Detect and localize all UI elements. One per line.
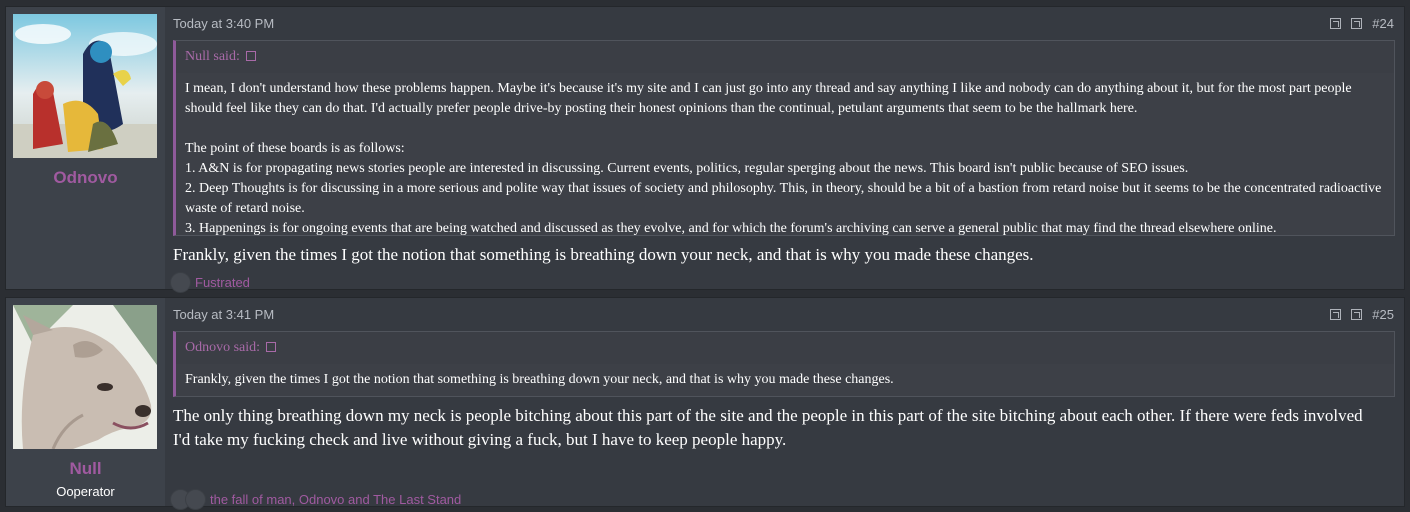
post-main: Today at 3:40 PM #24 Null said: I mean, … bbox=[165, 7, 1404, 293]
likes-list[interactable]: the fall of man, Odnovo and The Last Sta… bbox=[210, 492, 461, 507]
post-date[interactable]: Today at 3:41 PM bbox=[173, 307, 274, 322]
quote-paragraph: 1. A&N is for propagating news stories p… bbox=[185, 161, 1189, 176]
quote-block: Null said: I mean, I don't understand ho… bbox=[173, 40, 1395, 236]
username[interactable]: Null bbox=[6, 459, 165, 479]
quote-author[interactable]: Odnovo said: bbox=[185, 340, 260, 355]
bookmark-icon[interactable] bbox=[1351, 309, 1363, 320]
post-date[interactable]: Today at 3:40 PM bbox=[173, 16, 274, 31]
post-actions: #25 bbox=[1330, 307, 1394, 322]
user-info: Null Ooperator bbox=[6, 298, 165, 506]
quote-paragraph: The point of these boards is as follows: bbox=[185, 141, 405, 156]
quote-paragraph: I mean, I don't understand how these pro… bbox=[185, 81, 1352, 116]
likes-bar: the fall of man, Odnovo and The Last Sta… bbox=[170, 489, 461, 510]
jump-to-quote-icon[interactable] bbox=[266, 342, 277, 352]
user-info: Odnovo bbox=[6, 7, 165, 289]
likes-list[interactable]: Fustrated bbox=[195, 275, 250, 290]
likes-bar: Fustrated bbox=[170, 272, 250, 293]
quote-block: Odnovo said: Frankly, given the times I … bbox=[173, 331, 1395, 397]
post-message: Frankly, given the times I got the notio… bbox=[173, 245, 1034, 264]
post-number[interactable]: #24 bbox=[1372, 16, 1394, 31]
username[interactable]: Odnovo bbox=[6, 168, 165, 188]
post-actions: #24 bbox=[1330, 16, 1394, 31]
quote-paragraph: 2. Deep Thoughts is for discussing in a … bbox=[185, 181, 1382, 216]
share-icon[interactable] bbox=[1330, 18, 1342, 29]
post: Odnovo Today at 3:40 PM #24 Null said: I… bbox=[5, 6, 1405, 293]
post: Null Ooperator Today at 3:41 PM #25 Odno… bbox=[5, 297, 1405, 510]
quote-content: Frankly, given the times I got the notio… bbox=[176, 364, 1394, 390]
like-avatar[interactable] bbox=[185, 489, 206, 510]
jump-to-quote-icon[interactable] bbox=[245, 51, 256, 61]
post-main: Today at 3:41 PM #25 Odnovo said: Frankl… bbox=[165, 298, 1404, 510]
quote-author[interactable]: Null said: bbox=[185, 49, 240, 64]
avatar[interactable] bbox=[13, 14, 157, 158]
share-icon[interactable] bbox=[1330, 309, 1342, 320]
quote-spacer bbox=[185, 119, 1382, 139]
bookmark-icon[interactable] bbox=[1351, 18, 1363, 29]
quote-paragraph: Frankly, given the times I got the notio… bbox=[185, 372, 894, 387]
quote-header[interactable]: Null said: bbox=[176, 41, 1394, 73]
user-title: Ooperator bbox=[56, 484, 115, 499]
quote-paragraph: 3. Happenings is for ongoing events that… bbox=[185, 221, 1277, 236]
quote-content: I mean, I don't understand how these pro… bbox=[176, 73, 1394, 236]
like-avatar[interactable] bbox=[170, 272, 191, 293]
post-message: The only thing breathing down my neck is… bbox=[173, 406, 1363, 449]
avatar[interactable] bbox=[13, 305, 157, 449]
post-number[interactable]: #25 bbox=[1372, 307, 1394, 322]
quote-header[interactable]: Odnovo said: bbox=[176, 332, 1394, 364]
